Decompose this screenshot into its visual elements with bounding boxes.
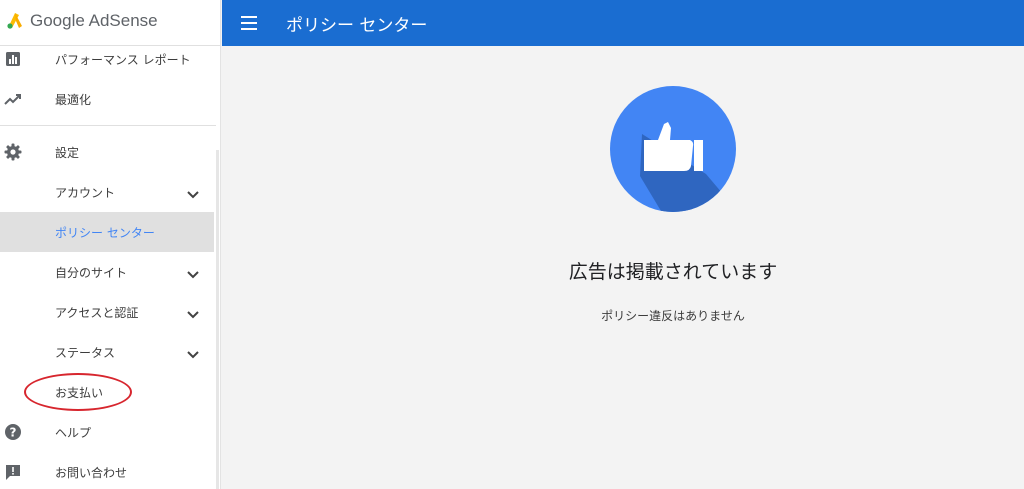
page-title: ポリシー センター [286, 16, 428, 36]
sidebar-scrollbar[interactable] [216, 150, 219, 489]
sidebar-item-settings[interactable]: 設定 [0, 132, 214, 172]
thumbs-up-icon [610, 86, 736, 212]
sidebar-item-access-and-authorization[interactable]: アクセスと認証 [0, 292, 214, 332]
sidebar-item-account[interactable]: アカウント [0, 172, 214, 212]
help-circle-icon: ? [4, 423, 22, 441]
trending-up-icon [4, 90, 22, 108]
app-header: ポリシー センター [222, 0, 1024, 46]
sidebar-item-label: 自分のサイト [55, 266, 128, 280]
sidebar-item-my-sites[interactable]: 自分のサイト [0, 252, 214, 292]
bar-chart-icon [4, 50, 22, 68]
annotation-circle [24, 373, 132, 411]
adsense-logo-icon [6, 11, 24, 33]
chevron-down-icon [186, 346, 200, 359]
sidebar-item-label: 最適化 [55, 93, 92, 107]
sidebar-item-policy-center[interactable]: ポリシー センター [0, 212, 214, 252]
sidebar-item-label: パフォーマンス レポート [55, 53, 191, 67]
sidebar-divider [0, 125, 216, 126]
sidebar-item-optimization[interactable]: 最適化 [0, 79, 214, 119]
sidebar-item-label: お問い合わせ [55, 466, 128, 480]
svg-text:?: ? [10, 426, 17, 440]
sidebar-item-help[interactable]: ? ヘルプ [0, 412, 214, 452]
sidebar-item-contact-us[interactable]: お問い合わせ [0, 452, 214, 489]
sidebar-item-status[interactable]: ステータス [0, 332, 214, 372]
chevron-down-icon [186, 186, 200, 199]
gear-icon [4, 143, 22, 161]
status-subtitle: ポリシー違反はありません [601, 309, 745, 323]
main-content: 広告は掲載されています ポリシー違反はありません [222, 46, 1024, 489]
sidebar-item-label: 設定 [55, 146, 80, 160]
chevron-down-icon [186, 266, 200, 279]
sidebar-item-label: アカウント [55, 186, 116, 200]
feedback-icon [4, 463, 22, 481]
brand-name: Google AdSense [30, 11, 158, 30]
sidebar-item-label: ヘルプ [55, 426, 92, 440]
chevron-down-icon [186, 306, 200, 319]
sidebar-item-label: アクセスと認証 [55, 306, 139, 320]
sidebar-item-label: ステータス [55, 346, 116, 360]
status-title: 広告は掲載されています [568, 261, 778, 283]
menu-icon[interactable] [240, 14, 260, 32]
sidebar-item-label: ポリシー センター [55, 226, 155, 240]
sidebar: Google AdSense パフォーマンス レポート 最適化 設定 アカウント… [0, 0, 221, 489]
sidebar-item-performance-report[interactable]: パフォーマンス レポート [0, 39, 214, 79]
